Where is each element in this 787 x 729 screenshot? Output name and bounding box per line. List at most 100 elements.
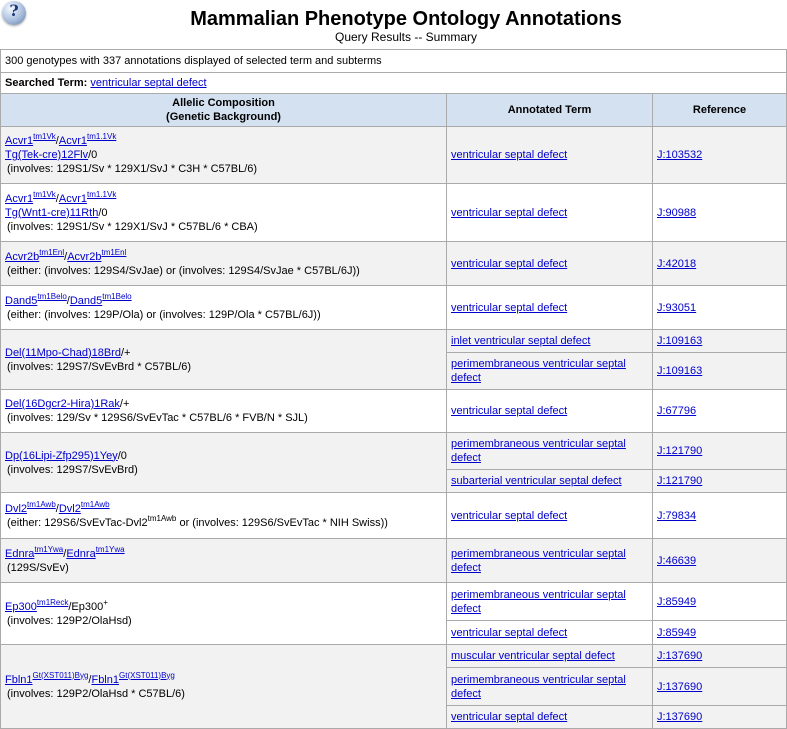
annotated-term-link[interactable]: perimembraneous ventricular septal defec… <box>451 547 648 575</box>
annotated-term-link[interactable]: ventricular septal defect <box>451 509 567 523</box>
allele-pair-line: Acvr1tm1Vk/Acvr1tm1.1Vk <box>5 132 442 148</box>
allele-superscript: tm1Awb <box>27 500 56 509</box>
allele-link[interactable]: Dand5 <box>5 295 37 307</box>
allele-superscript-link[interactable]: tm1Enl <box>101 248 126 257</box>
allelic-composition-label: Allelic Composition <box>172 97 275 109</box>
allele-superscript-link[interactable]: Gt(XST011)Byg <box>33 671 89 680</box>
plain-text: (129S/SvEv) <box>7 561 69 574</box>
annotated-term-link[interactable]: perimembraneous ventricular septal defec… <box>451 673 648 701</box>
annotated-term-link[interactable]: perimembraneous ventricular septal defec… <box>451 588 648 616</box>
allele-superscript-link[interactable]: tm1Ywa <box>34 545 63 554</box>
reference-link[interactable]: J:121790 <box>657 444 702 458</box>
reference-link[interactable]: J:46639 <box>657 554 696 568</box>
genotype-cell: Acvr2btm1Enl/Acvr2btm1Enl (either: (invol… <box>0 241 447 286</box>
allele-link[interactable]: Dp(16Lipi-Zfp295)1Yey <box>5 450 118 462</box>
reference-link[interactable]: J:93051 <box>657 301 696 315</box>
allele-link[interactable]: Del(11Mpo-Chad)18Brd <box>5 347 121 359</box>
reference-link[interactable]: J:121790 <box>657 474 702 488</box>
annotated-term-link[interactable]: inlet ventricular septal defect <box>451 334 590 348</box>
allele-link[interactable]: Acvr1 <box>5 135 33 147</box>
allele-pair-line: Tg(Tek-cre)12Flv/0 <box>5 148 442 162</box>
allele-superscript-link[interactable]: tm1Awb <box>81 500 110 509</box>
annotated-term-link[interactable]: ventricular septal defect <box>451 404 567 418</box>
allele-link[interactable]: Ednra <box>66 548 95 560</box>
annotated-term-cell: perimembraneous ventricular septal defec… <box>446 582 653 621</box>
annotated-term-link[interactable]: ventricular septal defect <box>451 626 567 640</box>
allele-superscript-link[interactable]: tm1Awb <box>27 500 56 509</box>
table-row: Acvr2btm1Enl/Acvr2btm1Enl (either: (invol… <box>0 241 787 286</box>
allele-link[interactable]: Acvr1 <box>59 193 87 205</box>
plain-text: or (involves: 129S6/SvEvTac * NIH Swiss)… <box>176 516 388 529</box>
annotated-term-cell: ventricular septal defect <box>446 620 653 645</box>
reference-link[interactable]: J:90988 <box>657 206 696 220</box>
allele-link[interactable]: Ep300 <box>5 601 37 613</box>
allele-link[interactable]: Acvr1 <box>5 193 33 205</box>
reference-link[interactable]: J:85949 <box>657 626 696 640</box>
table-row: Dvl2tm1Awb/Dvl2tm1Awb (either: 129S6/SvEv… <box>0 492 787 539</box>
plain-text: (either: (involves: 129S4/SvJae) or (inv… <box>7 264 360 277</box>
allele-link[interactable]: Del(16Dgcr2-Hira)1Rak <box>5 398 120 410</box>
allele-link[interactable]: Tg(Wnt1-cre)11Rth <box>5 207 98 219</box>
allele-superscript-link[interactable]: Gt(XST011)Byg <box>119 671 175 680</box>
annotated-term-link[interactable]: subarterial ventricular septal defect <box>451 474 622 488</box>
reference-cell: J:121790 <box>652 432 787 470</box>
allele-link[interactable]: Dand5 <box>70 295 102 307</box>
allele-link[interactable]: Acvr1 <box>59 135 87 147</box>
allele-superscript-link[interactable]: tm1Ywa <box>96 545 125 554</box>
genotype-cell: Ep300tm1Reck/Ep300+ (involves: 129P2/OlaH… <box>0 582 447 645</box>
page-subtitle: Query Results -- Summary <box>334 30 478 44</box>
allele-superscript-link[interactable]: tm1Enl <box>39 248 64 257</box>
allele-superscript-link[interactable]: tm1Vk <box>33 132 56 141</box>
allele-link[interactable]: Fbln1 <box>5 674 33 686</box>
genetic-background: (129S/SvEv) <box>5 561 442 575</box>
allele-superscript: tm1Enl <box>39 248 64 257</box>
allele-superscript: Gt(XST011)Byg <box>119 671 175 680</box>
annotated-term-cell: ventricular septal defect <box>446 285 653 330</box>
allele-pair-line: Dand5tm1Belo/Dand5tm1Belo <box>5 292 442 308</box>
annotated-term-link[interactable]: ventricular septal defect <box>451 206 567 220</box>
allele-superscript: Gt(XST011)Byg <box>33 671 89 680</box>
allele-link[interactable]: Ednra <box>5 548 34 560</box>
annotated-term-link[interactable]: perimembraneous ventricular septal defec… <box>451 357 648 385</box>
allele-superscript-link[interactable]: tm1Reck <box>37 598 69 607</box>
genetic-background: (involves: 129S1/Sv * 129X1/SvJ * C57BL/… <box>5 220 442 234</box>
reference-link[interactable]: J:137690 <box>657 680 702 694</box>
reference-link[interactable]: J:109163 <box>657 364 702 378</box>
plain-text: /+ <box>120 346 131 359</box>
annotated-term-link[interactable]: ventricular septal defect <box>451 148 567 162</box>
annotated-term-cell: perimembraneous ventricular septal defec… <box>446 667 653 706</box>
allele-link[interactable]: Tg(Tek-cre)12Flv <box>5 149 88 161</box>
reference-link[interactable]: J:85949 <box>657 595 696 609</box>
allele-link[interactable]: Acvr2b <box>67 251 101 263</box>
reference-link[interactable]: J:137690 <box>657 649 702 663</box>
table-header-row: Allelic Composition (Genetic Background)… <box>0 93 787 127</box>
allele-link[interactable]: Dvl2 <box>59 503 81 515</box>
reference-cell: J:137690 <box>652 667 787 706</box>
annotated-term-link[interactable]: perimembraneous ventricular septal defec… <box>451 437 648 465</box>
annotated-term-link[interactable]: ventricular septal defect <box>451 301 567 315</box>
annotated-term-cell: ventricular septal defect <box>446 183 653 242</box>
plain-text: (involves: 129P2/OlaHsd) <box>7 614 132 627</box>
allele-superscript-link[interactable]: tm1.1Vk <box>87 132 116 141</box>
allele-superscript-link[interactable]: tm1Vk <box>33 190 56 199</box>
allele-superscript-link[interactable]: tm1Belo <box>37 292 66 301</box>
reference-link[interactable]: J:137690 <box>657 710 702 724</box>
allele-superscript-link[interactable]: tm1Belo <box>102 292 131 301</box>
column-header-reference: Reference <box>652 93 787 127</box>
allele-link[interactable]: Dvl2 <box>5 503 27 515</box>
annotated-term-cell: perimembraneous ventricular septal defec… <box>446 432 653 470</box>
reference-link[interactable]: J:67796 <box>657 404 696 418</box>
reference-link[interactable]: J:103532 <box>657 148 702 162</box>
reference-link[interactable]: J:109163 <box>657 334 702 348</box>
annotated-term-link[interactable]: ventricular septal defect <box>451 257 567 271</box>
searched-term-link[interactable]: ventricular septal defect <box>90 77 206 89</box>
plain-text: (involves: 129P2/OlaHsd * C57BL/6) <box>7 687 185 700</box>
annotated-term-link[interactable]: muscular ventricular septal defect <box>451 649 615 663</box>
allele-link[interactable]: Fbln1 <box>91 674 119 686</box>
allele-superscript-link[interactable]: tm1.1Vk <box>87 190 116 199</box>
reference-link[interactable]: J:42018 <box>657 257 696 271</box>
results-summary: 300 genotypes with 337 annotations displ… <box>0 49 787 73</box>
annotated-term-link[interactable]: ventricular septal defect <box>451 710 567 724</box>
reference-link[interactable]: J:79834 <box>657 509 696 523</box>
allele-link[interactable]: Acvr2b <box>5 251 39 263</box>
